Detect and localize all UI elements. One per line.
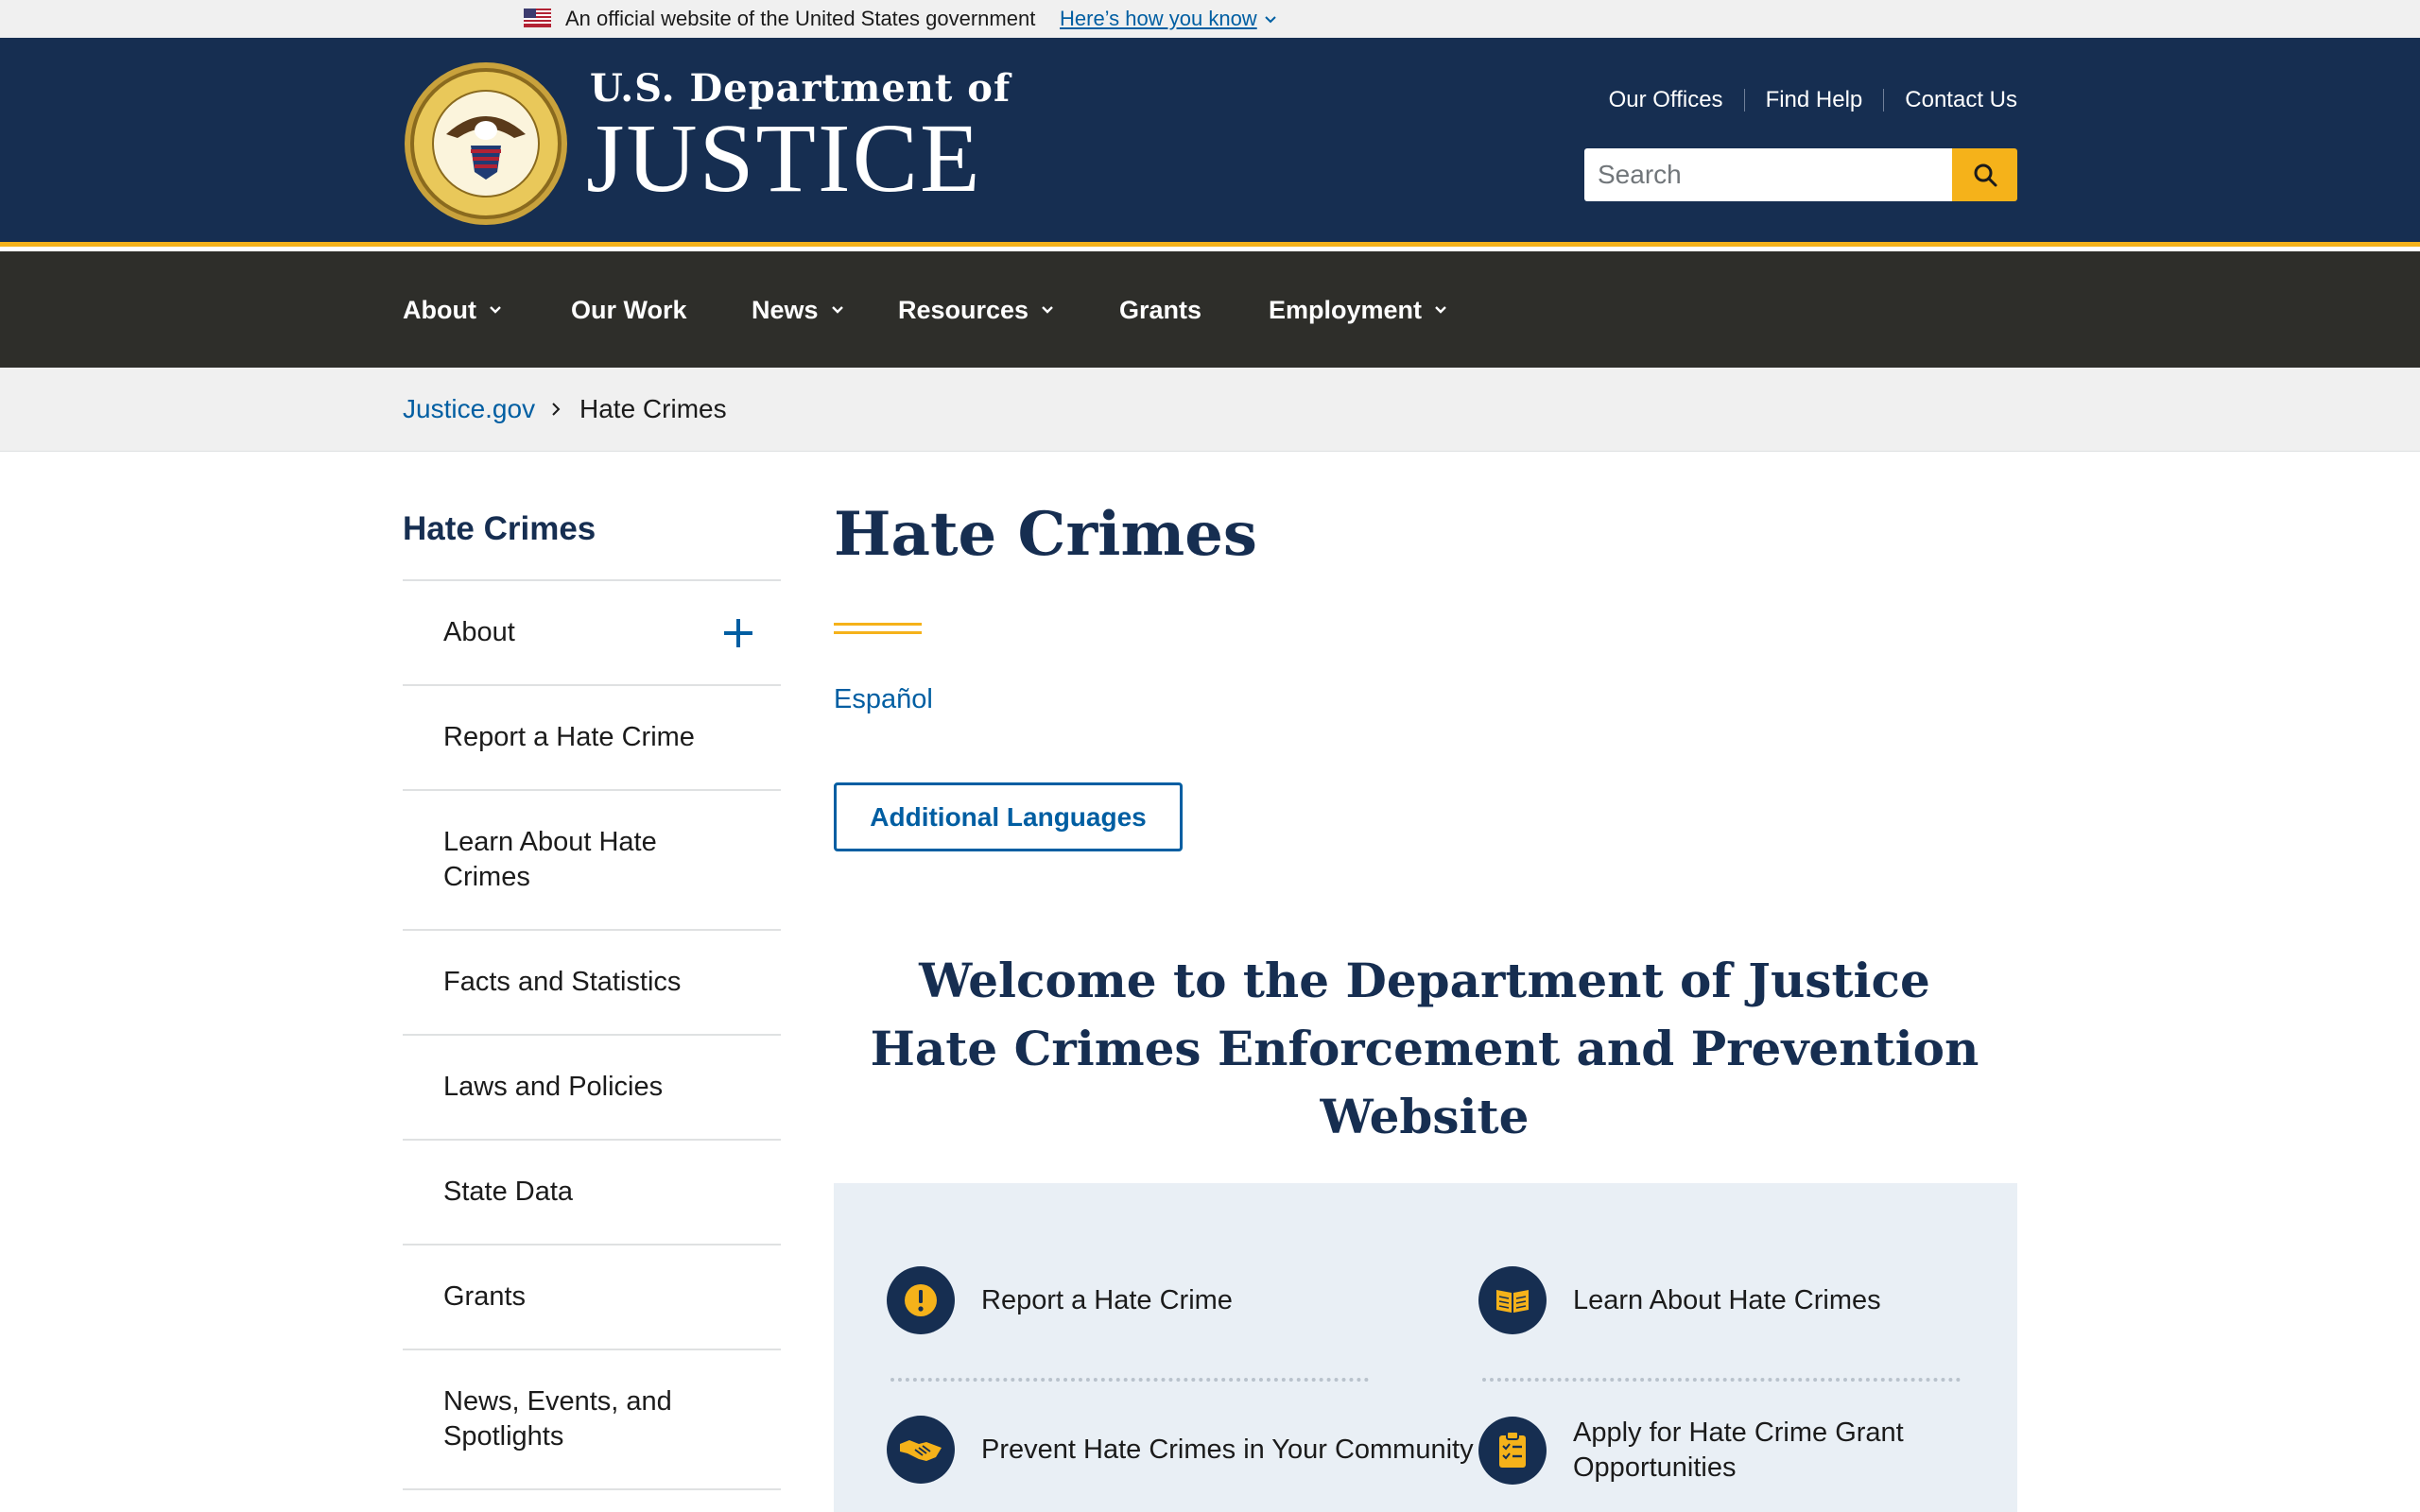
breadcrumb: Justice.gov Hate Crimes <box>0 368 2420 452</box>
nav-employment[interactable]: Employment <box>1269 295 1448 325</box>
sidebar-item-label: Grants <box>443 1281 527 1312</box>
chevron-down-icon[interactable] <box>1263 12 1278 27</box>
search-icon <box>1974 163 1996 187</box>
quick-link-report[interactable]: Report a Hate Crime <box>887 1266 1233 1334</box>
utility-nav: Our Offices Find Help Contact Us <box>1609 85 2017 115</box>
plus-icon[interactable] <box>722 617 754 649</box>
logo-justice-text[interactable]: JUSTICE <box>586 106 981 212</box>
quick-link-learn[interactable]: Learn About Hate Crimes <box>1478 1266 1881 1334</box>
divider <box>1743 89 1745 112</box>
sidebar-item-report[interactable]: Report a Hate Crime <box>403 686 781 791</box>
us-flag-icon <box>524 9 551 27</box>
nav-grants[interactable]: Grants <box>1119 295 1201 325</box>
handshake-icon <box>887 1416 955 1484</box>
book-icon <box>1478 1266 1547 1334</box>
quick-link-grants[interactable]: Apply for Hate Crime Grant Opportunities <box>1478 1416 2017 1486</box>
sidebar-item-label: Learn About Hate Crimes <box>443 827 657 892</box>
divider <box>890 1378 1369 1382</box>
quick-link-label: Report a Hate Crime <box>981 1284 1233 1315</box>
checklist-icon <box>1478 1417 1547 1485</box>
breadcrumb-home-link[interactable]: Justice.gov <box>403 394 535 424</box>
sidebar-title[interactable]: Hate Crimes <box>403 510 596 548</box>
nav-about[interactable]: About <box>403 295 503 325</box>
sidebar-item-laws[interactable]: Laws and Policies <box>403 1036 781 1141</box>
welcome-heading: Welcome to the Department of Justice Hat… <box>870 953 1979 1144</box>
sidebar-item-label: State Data <box>443 1177 574 1207</box>
site-search <box>1584 148 2017 201</box>
how-you-know-link[interactable]: Here’s how you know <box>1060 8 1257 30</box>
exclamation-icon <box>887 1266 955 1334</box>
nav-our-work-label: Our Work <box>571 296 687 324</box>
quick-link-label: Prevent Hate Crimes in Your Community <box>981 1434 1474 1465</box>
sidebar-item-state-data[interactable]: State Data <box>403 1141 781 1246</box>
chevron-down-icon <box>490 306 501 314</box>
nav-resources-label: Resources <box>898 296 1029 324</box>
our-offices-link[interactable]: Our Offices <box>1609 85 1723 115</box>
quick-link-prevent[interactable]: Prevent Hate Crimes in Your Community <box>887 1416 1474 1484</box>
divider <box>1883 89 1885 112</box>
contact-us-link[interactable]: Contact Us <box>1905 85 2017 115</box>
nav-employment-label: Employment <box>1269 296 1423 324</box>
nav-resources[interactable]: Resources <box>898 295 1055 325</box>
sidebar-nav: About Report a Hate Crime Learn About Ha… <box>403 579 781 1490</box>
main-navigation: About Our Work News Resources Grants Emp… <box>0 251 2420 368</box>
title-decoration <box>834 623 922 634</box>
sidebar-item-label: Facts and Statistics <box>443 967 682 997</box>
nav-our-work[interactable]: Our Work <box>571 295 687 325</box>
find-help-link[interactable]: Find Help <box>1766 85 1863 115</box>
site-header: U.S. Department of JUSTICE Our Offices F… <box>0 38 2420 247</box>
sidebar-item-label: Report a Hate Crime <box>443 722 695 752</box>
sidebar-item-grants[interactable]: Grants <box>403 1246 781 1350</box>
doj-seal-logo[interactable] <box>403 60 569 227</box>
chevron-right-icon <box>552 403 561 416</box>
gov-banner: An official website of the United States… <box>0 0 2420 38</box>
sidebar-item-learn[interactable]: Learn About Hate Crimes <box>403 791 781 931</box>
sidebar-item-news[interactable]: News, Events, and Spotlights <box>403 1350 781 1490</box>
nav-news-label: News <box>752 296 819 324</box>
gov-banner-text: An official website of the United States… <box>565 7 1036 30</box>
breadcrumb-current: Hate Crimes <box>579 394 727 423</box>
page-title: Hate Crimes <box>834 499 1257 570</box>
nav-about-label: About <box>403 296 476 324</box>
additional-languages-button[interactable]: Additional Languages <box>834 782 1183 851</box>
sidebar-item-label: About <box>443 617 515 647</box>
espanol-link[interactable]: Español <box>834 682 933 716</box>
search-input[interactable] <box>1584 148 1952 201</box>
nav-news[interactable]: News <box>752 295 845 325</box>
sidebar-item-label: Laws and Policies <box>443 1072 664 1102</box>
quick-link-label: Learn About Hate Crimes <box>1573 1284 1881 1315</box>
quick-link-label: Apply for Hate Crime Grant Opportunities <box>1573 1418 1904 1483</box>
chevron-down-icon <box>1435 306 1446 314</box>
quick-links-card: Report a Hate Crime Learn About Hate Cri… <box>834 1183 2017 1512</box>
chevron-down-icon <box>831 306 843 314</box>
divider <box>1482 1378 1961 1382</box>
nav-grants-label: Grants <box>1119 296 1202 324</box>
sidebar-item-facts[interactable]: Facts and Statistics <box>403 931 781 1036</box>
search-button[interactable] <box>1952 148 2017 201</box>
sidebar-item-label: News, Events, and Spotlights <box>443 1386 672 1452</box>
chevron-down-icon <box>1042 306 1053 314</box>
sidebar-item-about[interactable]: About <box>403 581 781 686</box>
